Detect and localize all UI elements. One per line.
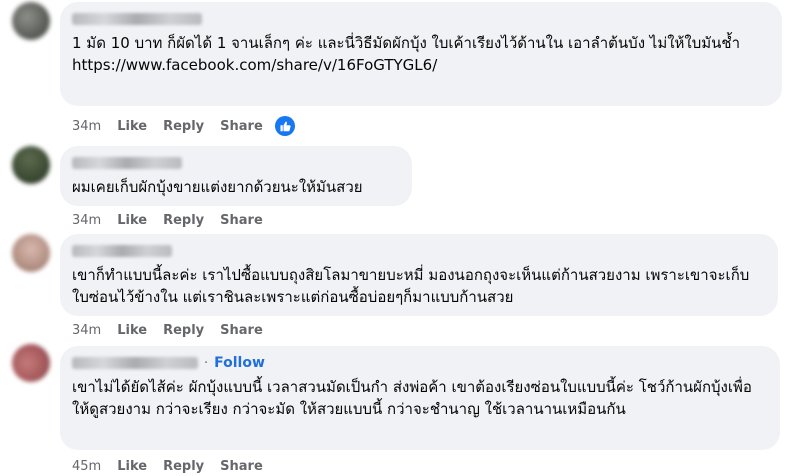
- timestamp[interactable]: 45m: [72, 459, 101, 474]
- share-button[interactable]: Share: [220, 459, 263, 474]
- timestamp[interactable]: 34m: [72, 119, 101, 134]
- timestamp[interactable]: 34m: [72, 213, 101, 228]
- reply-button[interactable]: Reply: [163, 119, 204, 134]
- like-button[interactable]: Like: [117, 459, 147, 474]
- avatar[interactable]: [12, 146, 50, 184]
- author-name[interactable]: [72, 157, 182, 169]
- share-button[interactable]: Share: [220, 323, 263, 338]
- comment-actions: 45m Like Reply Share: [72, 456, 263, 476]
- like-button[interactable]: Like: [117, 323, 147, 338]
- author-row: [72, 10, 770, 28]
- comment-actions: 34m Like Reply Share: [72, 210, 263, 230]
- avatar[interactable]: [12, 2, 50, 40]
- reply-button[interactable]: Reply: [163, 323, 204, 338]
- timestamp[interactable]: 34m: [72, 323, 101, 338]
- author-name[interactable]: [72, 13, 202, 25]
- follow-button[interactable]: Follow: [214, 355, 265, 371]
- avatar[interactable]: [12, 234, 50, 272]
- like-button[interactable]: Like: [117, 119, 147, 134]
- like-icon[interactable]: [274, 116, 295, 136]
- comment-bubble: ผมเคยเก็บผักบุ้งขายแต่งยากด้วยนะให้มันสว…: [60, 146, 412, 206]
- share-button[interactable]: Share: [220, 213, 263, 228]
- comment-bubble: เขาก็ทำแบบนี้ละค่ะ เราไปซื้อแบบถุงสิยโลม…: [60, 234, 778, 316]
- reply-button[interactable]: Reply: [163, 459, 204, 474]
- author-row: · Follow: [72, 354, 768, 372]
- comment-actions: 34m Like Reply Share: [72, 320, 263, 340]
- comment-text: 1 มัด 10 บาท ก็ผัดได้ 1 จานเล็กๆ ค่ะ และ…: [72, 34, 741, 74]
- author-name[interactable]: [72, 245, 172, 257]
- share-button[interactable]: Share: [220, 119, 263, 134]
- reply-button[interactable]: Reply: [163, 213, 204, 228]
- author-name[interactable]: [72, 357, 198, 369]
- avatar[interactable]: [12, 344, 50, 382]
- comment-text: ผมเคยเก็บผักบุ้งขายแต่งยากด้วยนะให้มันสว…: [72, 178, 363, 196]
- like-button[interactable]: Like: [117, 213, 147, 228]
- comment-text: เขาก็ทำแบบนี้ละค่ะ เราไปซื้อแบบถุงสิยโลม…: [72, 266, 750, 306]
- comment-bubble: · Follow เขาไม่ได้ยัดไส้ค่ะ ผักบุ้งแบบนี…: [60, 346, 780, 450]
- comment-bubble: 1 มัด 10 บาท ก็ผัดได้ 1 จานเล็กๆ ค่ะ และ…: [60, 2, 782, 106]
- author-row: [72, 242, 766, 260]
- author-row: [72, 154, 400, 172]
- comment-actions: 34m Like Reply Share: [72, 116, 295, 136]
- separator-dot: ·: [204, 355, 209, 371]
- comment-text: เขาไม่ได้ยัดไส้ค่ะ ผักบุ้งแบบนี้ เวลาสวน…: [72, 378, 752, 418]
